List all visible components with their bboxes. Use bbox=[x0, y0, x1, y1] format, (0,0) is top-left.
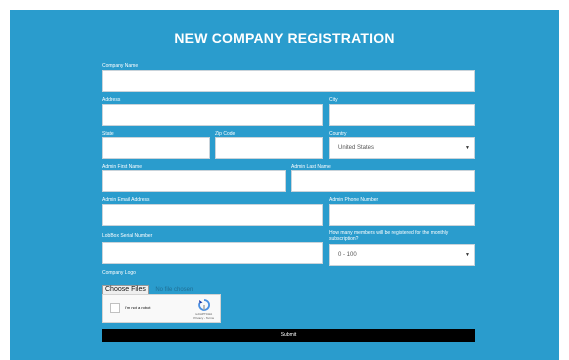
admin-email-label: Admin Email Address bbox=[102, 197, 150, 203]
recaptcha-links[interactable]: Privacy - Terms bbox=[193, 316, 214, 321]
serial-input[interactable] bbox=[102, 242, 323, 264]
admin-phone-input[interactable] bbox=[329, 204, 475, 226]
recaptcha-label: I'm not a robot bbox=[125, 305, 151, 310]
page-title: NEW COMPANY REGISTRATION bbox=[174, 30, 395, 46]
admin-phone-label: Admin Phone Number bbox=[329, 197, 379, 203]
members-value: 0 - 100 bbox=[338, 252, 357, 258]
company-name-label: Company Name bbox=[102, 63, 139, 69]
members-select[interactable]: 0 - 100 ▼ bbox=[329, 244, 475, 266]
city-input[interactable] bbox=[329, 104, 475, 126]
admin-last-input[interactable] bbox=[291, 170, 475, 192]
state-input[interactable] bbox=[102, 137, 210, 159]
zip-input[interactable] bbox=[215, 137, 323, 159]
country-select[interactable]: United States ▼ bbox=[329, 137, 475, 159]
chevron-down-icon: ▼ bbox=[465, 145, 470, 151]
address-label: Address bbox=[102, 97, 121, 103]
members-label: How many members will be registered for … bbox=[329, 230, 449, 242]
country-value: United States bbox=[338, 145, 375, 151]
file-status: No file chosen bbox=[155, 287, 194, 293]
address-input[interactable] bbox=[102, 104, 323, 126]
file-upload: Choose Files No file chosen bbox=[102, 278, 193, 295]
submit-button[interactable]: Submit bbox=[102, 329, 475, 342]
recaptcha-brand: reCAPTCHA Privacy - Terms bbox=[193, 312, 214, 321]
admin-email-input[interactable] bbox=[102, 204, 323, 226]
recaptcha-widget: I'm not a robot reCAPTCHA Privacy - Term… bbox=[102, 294, 221, 323]
city-label: City bbox=[329, 97, 338, 103]
company-logo-label: Company Logo bbox=[102, 270, 136, 276]
recaptcha-icon bbox=[198, 299, 210, 311]
company-name-input[interactable] bbox=[102, 70, 475, 92]
recaptcha-checkbox[interactable] bbox=[110, 303, 120, 313]
serial-label: LobBox Serial Number bbox=[102, 233, 153, 239]
admin-first-input[interactable] bbox=[102, 170, 286, 192]
chevron-down-icon: ▼ bbox=[465, 252, 470, 258]
